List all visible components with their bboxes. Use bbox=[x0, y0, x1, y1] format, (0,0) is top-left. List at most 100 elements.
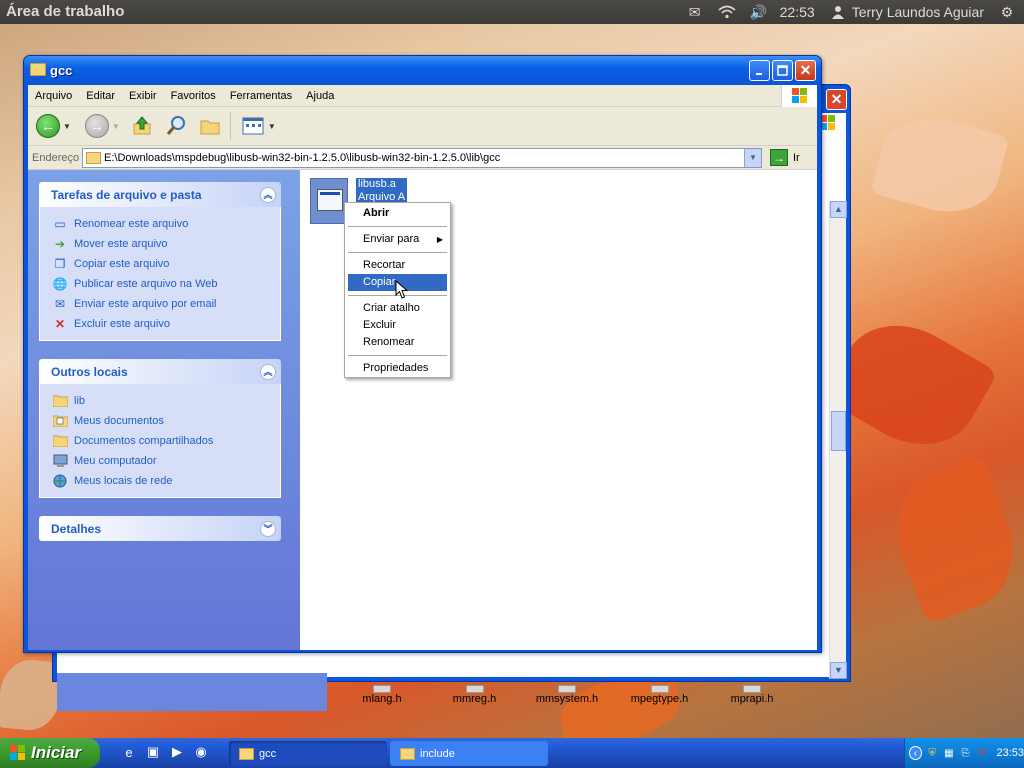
safely-remove-icon[interactable]: ⎘ bbox=[959, 746, 972, 760]
desktop-title: Área de trabalho bbox=[6, 3, 125, 20]
menu-rename[interactable]: Renomear bbox=[348, 334, 447, 351]
media-player-icon[interactable]: ▶ bbox=[168, 743, 186, 761]
menu-properties[interactable]: Propriedades bbox=[348, 360, 447, 377]
place-shared-documents[interactable]: Documentos compartilhados bbox=[52, 431, 280, 451]
expand-chevron-icon[interactable]: ︾ bbox=[260, 520, 276, 537]
menu-separator bbox=[348, 355, 447, 356]
file-tasks-list: ▭ Renomear este arquivo ➔ Mover este arqui… bbox=[39, 207, 281, 341]
chrome-icon[interactable]: ◉ bbox=[192, 743, 210, 761]
back-window-close-button[interactable]: ✕ bbox=[826, 89, 847, 110]
panel-user-name[interactable]: Terry Laundos Aguiar bbox=[852, 4, 984, 20]
file-name: mmsystem.h bbox=[535, 693, 599, 705]
task-email[interactable]: ✉ Enviar este arquivo por email bbox=[52, 294, 280, 314]
scroll-down-button[interactable]: ▼ bbox=[830, 662, 847, 679]
views-dropdown-icon[interactable]: ▼ bbox=[268, 122, 276, 131]
views-icon[interactable] bbox=[241, 114, 265, 138]
header-file-icon bbox=[743, 685, 761, 693]
security-shield-icon[interactable]: ⛨ bbox=[926, 746, 939, 760]
address-dropdown-icon[interactable]: ▼ bbox=[744, 149, 761, 167]
place-my-computer[interactable]: Meu computador bbox=[52, 451, 280, 471]
menu-ferramentas[interactable]: Ferramentas bbox=[223, 90, 299, 102]
menu-open[interactable]: Abrir bbox=[348, 205, 447, 222]
menu-exibir[interactable]: Exibir bbox=[122, 90, 164, 102]
folder-icon bbox=[400, 747, 415, 760]
internet-explorer-icon[interactable]: e bbox=[120, 743, 138, 761]
menu-cut[interactable]: Recortar bbox=[348, 257, 447, 274]
go-label: Ir bbox=[793, 151, 800, 164]
details-title: Detalhes bbox=[51, 521, 102, 536]
user-icon bbox=[827, 0, 849, 24]
file-item[interactable]: mlang.h bbox=[337, 685, 427, 707]
folders-icon[interactable] bbox=[198, 114, 222, 138]
back-window-taskpane bbox=[57, 673, 327, 711]
details-header[interactable]: Detalhes ︾ bbox=[39, 516, 281, 541]
collapse-chevron-icon[interactable]: ︽ bbox=[260, 186, 276, 203]
go-button[interactable]: → Ir bbox=[770, 149, 800, 166]
security-alert-icon[interactable]: ⛨ bbox=[976, 746, 989, 760]
scroll-thumb[interactable] bbox=[831, 411, 846, 451]
file-item[interactable]: mmsystem.h bbox=[522, 685, 612, 707]
network-tray-icon[interactable]: ▦ bbox=[943, 746, 956, 760]
wifi-icon[interactable] bbox=[716, 0, 738, 24]
show-hidden-icons-icon[interactable]: ‹ bbox=[909, 746, 922, 760]
forward-arrow-icon[interactable]: → bbox=[84, 114, 109, 138]
task-rename[interactable]: ▭ Renomear este arquivo bbox=[52, 214, 280, 234]
toolbar: ← ▼ → ▼ ▼ bbox=[28, 107, 817, 146]
minimize-button[interactable] bbox=[749, 60, 770, 81]
selected-file-label[interactable]: libusb.a Arquivo A bbox=[356, 178, 408, 204]
close-button[interactable]: ✕ bbox=[795, 60, 816, 81]
folder-icon bbox=[239, 747, 254, 760]
other-places-header[interactable]: Outros locais ︽ bbox=[39, 359, 281, 384]
desktop-icon[interactable]: ▣ bbox=[144, 743, 162, 761]
volume-icon[interactable]: 🔊 bbox=[748, 0, 770, 24]
file-item[interactable]: mprapi.h bbox=[707, 685, 797, 707]
window-title: gcc bbox=[50, 63, 73, 78]
menu-ajuda[interactable]: Ajuda bbox=[299, 90, 341, 102]
start-button[interactable]: Iniciar bbox=[0, 738, 100, 768]
task-publish[interactable]: 🌐 Publicar este arquivo na Web bbox=[52, 274, 280, 294]
place-network[interactable]: Meus locais de rede bbox=[52, 471, 280, 491]
back-window-scrollbar[interactable]: ▲ ▼ bbox=[829, 201, 847, 679]
up-folder-icon[interactable] bbox=[130, 114, 154, 138]
menu-arquivo[interactable]: Arquivo bbox=[28, 90, 79, 102]
file-item[interactable]: mpegtype.h bbox=[615, 685, 705, 707]
toolbar-separator bbox=[229, 112, 231, 140]
address-input[interactable]: E:\Downloads\mspdebug\libusb-win32-bin-1… bbox=[82, 148, 762, 168]
task-delete[interactable]: ✕ Excluir este arquivo bbox=[52, 314, 280, 334]
panel-clock[interactable]: 22:53 bbox=[780, 4, 815, 20]
maximize-button[interactable] bbox=[772, 60, 793, 81]
menu-delete[interactable]: Excluir bbox=[348, 317, 447, 334]
task-button-include[interactable]: include bbox=[390, 741, 548, 766]
menu-separator bbox=[348, 226, 447, 227]
place-my-documents[interactable]: Meus documentos bbox=[52, 411, 280, 431]
menu-create-shortcut[interactable]: Criar atalho bbox=[348, 300, 447, 317]
file-item[interactable]: mmreg.h bbox=[430, 685, 520, 707]
task-button-gcc[interactable]: gcc bbox=[229, 741, 387, 766]
task-move[interactable]: ➔ Mover este arquivo bbox=[52, 234, 280, 254]
menu-send-to[interactable]: Enviar para ▶ bbox=[348, 231, 447, 248]
header-file-icon bbox=[465, 685, 484, 693]
collapse-chevron-icon[interactable]: ︽ bbox=[260, 363, 276, 380]
menu-bar: Arquivo Editar Exibir Favoritos Ferramen… bbox=[28, 85, 817, 107]
delete-icon: ✕ bbox=[54, 317, 66, 331]
mail-icon[interactable]: ✉ bbox=[684, 0, 706, 24]
back-dropdown-icon[interactable]: ▼ bbox=[63, 122, 71, 131]
place-lib[interactable]: lib bbox=[52, 391, 280, 411]
forward-dropdown-icon[interactable]: ▼ bbox=[112, 122, 120, 131]
other-places-list: lib Meus documentos Documentos compartil… bbox=[39, 384, 281, 498]
file-tasks-header[interactable]: Tarefas de arquivo e pasta ︽ bbox=[39, 182, 281, 207]
menu-favoritos[interactable]: Favoritos bbox=[164, 90, 223, 102]
search-icon[interactable] bbox=[164, 114, 188, 138]
title-bar[interactable]: gcc ✕ bbox=[24, 56, 821, 85]
library-file-icon[interactable] bbox=[310, 178, 348, 224]
taskbar-clock[interactable]: 23:53 bbox=[996, 747, 1024, 759]
scroll-up-button[interactable]: ▲ bbox=[830, 201, 847, 218]
place-label: lib bbox=[74, 395, 86, 407]
settings-icon[interactable]: ⚙ bbox=[996, 0, 1018, 24]
back-arrow-icon[interactable]: ← bbox=[36, 114, 60, 138]
task-pane: Tarefas de arquivo e pasta ︽ ▭ Renomear e… bbox=[28, 170, 300, 650]
file-name: mpegtype.h bbox=[630, 693, 689, 705]
task-copy[interactable]: ❐ Copiar este arquivo bbox=[52, 254, 280, 274]
menu-editar[interactable]: Editar bbox=[79, 90, 122, 102]
address-label: Endereço bbox=[32, 151, 80, 164]
